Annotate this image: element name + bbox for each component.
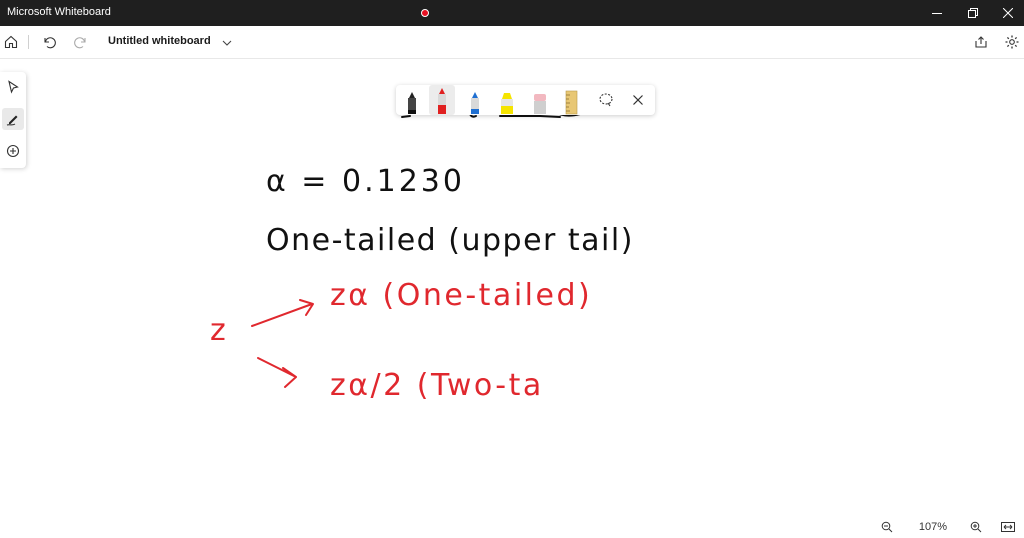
fit-screen-icon <box>1001 522 1015 532</box>
close-icon <box>1003 8 1013 18</box>
black-pen-tool[interactable] <box>399 85 425 115</box>
select-icon <box>8 80 19 94</box>
eraser-tool[interactable] <box>527 85 553 115</box>
share-icon <box>975 36 987 48</box>
ink-line-z-alpha-one-tailed: zα (One-tailed) <box>330 278 592 313</box>
zoom-bar: 107% <box>872 516 1024 538</box>
zoom-in-button[interactable] <box>967 518 985 536</box>
minimize-icon <box>932 13 942 14</box>
highlighter-icon <box>501 93 513 114</box>
add-button[interactable] <box>2 140 24 162</box>
zoom-out-icon <box>881 521 893 533</box>
restore-button[interactable] <box>955 0 991 26</box>
blue-pen-tool[interactable] <box>462 85 488 115</box>
left-tool-rail <box>0 72 26 168</box>
redo-button[interactable] <box>70 31 92 53</box>
app-toolbar: Untitled whiteboard <box>0 26 1024 59</box>
zoom-level: 107% <box>918 521 948 533</box>
red-pen-tool[interactable] <box>429 85 455 115</box>
add-icon <box>6 144 20 158</box>
close-icon <box>633 95 643 105</box>
toolbar-divider <box>28 35 29 49</box>
ink-z-label: z <box>210 313 226 348</box>
fit-to-screen-button[interactable] <box>999 518 1017 536</box>
ink-line-z-alpha-two-tailed: zα/2 (Two-ta <box>330 368 544 403</box>
lasso-icon <box>599 93 613 107</box>
ink-line-one-tailed-upper: One-tailed (upper tail) <box>266 223 634 258</box>
settings-button[interactable] <box>1001 31 1023 53</box>
home-button[interactable] <box>0 31 22 53</box>
undo-button[interactable] <box>38 31 60 53</box>
black-pen-icon <box>408 92 416 114</box>
arrow-upper <box>251 299 314 327</box>
recording-dot-icon <box>421 9 429 17</box>
close-button[interactable] <box>990 0 1024 26</box>
pen-tray <box>396 85 655 115</box>
yellow-highlighter-tool[interactable] <box>494 85 520 115</box>
gear-icon <box>1005 35 1019 49</box>
minimize-button[interactable] <box>919 0 955 26</box>
undo-icon <box>44 37 56 49</box>
blue-pen-icon <box>471 92 479 114</box>
ink-line-alpha: α = 0.1230 <box>266 164 465 199</box>
redo-icon <box>74 37 86 49</box>
zoom-out-button[interactable] <box>878 518 896 536</box>
whiteboard-title[interactable]: Untitled whiteboard <box>108 35 211 47</box>
zoom-in-icon <box>970 521 982 533</box>
ink-tool-button[interactable] <box>2 108 24 130</box>
whiteboard-canvas: α = 0.1230 One-tailed (upper tail) z zα … <box>210 111 634 403</box>
close-tray-button[interactable] <box>625 85 651 115</box>
restore-icon <box>968 8 978 18</box>
share-button[interactable] <box>970 31 992 53</box>
lasso-select-tool[interactable] <box>593 85 619 115</box>
ink-icon <box>6 115 18 126</box>
arrow-lower <box>257 357 297 388</box>
app-title: Microsoft Whiteboard <box>7 6 111 18</box>
chevron-down-icon[interactable] <box>221 36 233 54</box>
red-pen-icon <box>438 88 446 114</box>
select-tool-button[interactable] <box>2 76 24 98</box>
ruler-tool[interactable] <box>559 85 585 115</box>
home-icon <box>4 35 18 49</box>
eraser-icon <box>534 94 546 114</box>
ruler-icon <box>565 90 578 115</box>
title-bar: Microsoft Whiteboard <box>0 0 1024 26</box>
